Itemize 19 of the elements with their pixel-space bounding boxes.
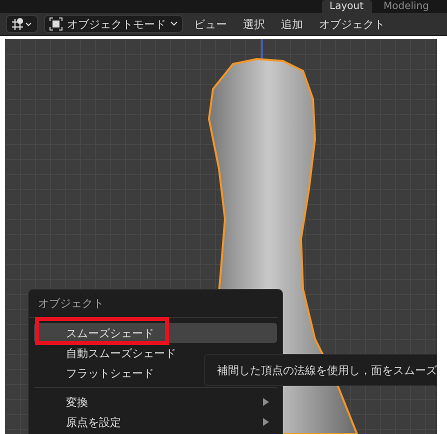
workspace-tab[interactable]: Modeling xyxy=(376,0,437,13)
cube-icon xyxy=(49,17,63,31)
editor-type-button[interactable] xyxy=(6,15,38,33)
axis-line xyxy=(261,39,263,59)
submenu-arrow-icon xyxy=(263,418,269,426)
mode-dropdown[interactable]: オブジェクトモード xyxy=(44,15,183,33)
workspace-tab[interactable]: Layout xyxy=(322,0,372,13)
menu-item[interactable]: 原点を設定 xyxy=(34,412,277,432)
editor-type-icon xyxy=(11,17,33,31)
header-menu[interactable]: 追加 xyxy=(276,16,308,32)
header-menu[interactable]: ビュー xyxy=(189,16,232,32)
caret-icon xyxy=(170,21,178,27)
menu-item[interactable]: 変換 xyxy=(34,392,277,412)
menu-title: オブジェクト xyxy=(29,296,278,318)
header-menu[interactable]: オブジェクト xyxy=(314,16,390,32)
submenu-arrow-icon xyxy=(263,398,269,406)
header-menu[interactable]: 選択 xyxy=(238,16,270,32)
tooltip: 補間した頂点の法線を使用し，面をスムーズ xyxy=(204,354,437,386)
menu-item[interactable]: スムーズシェード xyxy=(34,323,277,343)
